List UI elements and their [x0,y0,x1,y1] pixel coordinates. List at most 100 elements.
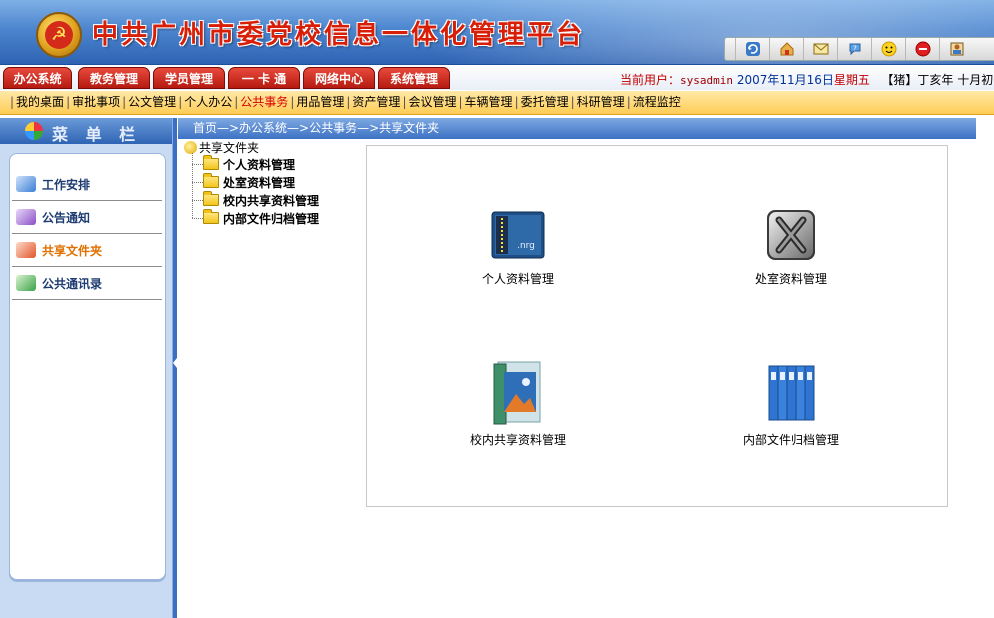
sidebar-item-notices[interactable]: 公告通知 [12,201,162,234]
subnav-separator: | [458,95,463,109]
subnav-item-3[interactable]: 个人办公 [184,95,232,109]
sidebar-splitter[interactable] [172,118,177,618]
tab-office-system[interactable]: 办公系统 [3,67,72,89]
subnav-item-0[interactable]: 我的桌面 [16,95,64,109]
sidebar-item-label: 工作安排 [42,177,91,192]
tree-node-archive[interactable]: 内部文件归档管理 [192,209,320,226]
user-edit-icon[interactable] [939,38,973,60]
sidebar-item-address-book[interactable]: 公共通讯录 [12,267,162,300]
tree-node-label: 内部文件归档管理 [223,211,320,226]
tree-node-campus-shared[interactable]: 校内共享资料管理 [192,191,320,208]
card-archive-binders[interactable]: 内部文件归档管理 [721,360,861,456]
shared-folder-icon [16,242,36,258]
subnav-separator: | [234,95,239,109]
tree-root-label: 共享文件夹 [199,140,260,155]
subnav-item-9[interactable]: 委托管理 [521,95,569,109]
card-label: 个人资料管理 [481,272,554,286]
menu-icon [25,122,43,140]
sidebar-item-shared-folder[interactable]: 共享文件夹 [12,234,162,267]
tree-root[interactable]: 共享文件夹 [184,140,260,155]
main-nav: 办公系统 教务管理 学员管理 一 卡 通 网络中心 系统管理 当前用户：sysa… [0,64,994,90]
card-campus-shared[interactable]: 校内共享资料管理 [448,360,588,456]
subnav-item-6[interactable]: 资产管理 [352,95,400,109]
campus-shared-icon [490,360,546,425]
shared-root-icon [184,140,197,154]
card-label: 处室资料管理 [754,272,827,286]
collapse-arrow-icon[interactable] [173,358,177,368]
folder-icon [203,173,219,188]
subnav-separator: | [570,95,575,109]
notice-icon [16,209,36,225]
subnav-separator: | [178,95,183,109]
tree-node-department[interactable]: 处室资料管理 [192,173,296,190]
subnav-item-10[interactable]: 科研管理 [577,95,625,109]
svg-text:.nrg: .nrg [517,241,535,251]
content-panel: .nrg 个人资料管理 处室资料管理 校内共享资料管理 内部文件归档管理 [366,145,948,507]
department-docs-icon [763,206,819,266]
calendar-icon [16,176,36,192]
stop-icon[interactable] [905,38,939,60]
card-label: 校内共享资料管理 [469,433,566,447]
subnav-separator: | [122,95,127,109]
sub-nav: | 我的桌面 | 审批事项 | 公文管理 | 个人办公 | 公共事务 | 用品管理 | 资产管理 | 会议管理… [0,91,994,115]
party-emblem-icon: ☭ [36,12,82,58]
archive-binders-icon [763,360,819,421]
subnav-item-1[interactable]: 审批事项 [72,95,120,109]
app-title: 中共广州市委党校信息一体化管理平台 [92,20,586,50]
smiley-icon[interactable] [871,38,905,60]
sidebar-item-label: 公共通讯录 [42,276,103,291]
tab-network-center[interactable]: 网络中心 [303,67,375,89]
mail-icon[interactable] [803,38,837,60]
subnav-separator: | [402,95,407,109]
current-user-name: sysadmin [680,74,733,87]
sidebar-menu-panel: 工作安排 公告通知 共享文件夹 公共通讯录 [9,153,166,580]
tab-campus-card[interactable]: 一 卡 通 [228,67,300,89]
subnav-separator: | [10,95,15,109]
subnav-separator: | [290,95,295,109]
app-root: ☭ 中共广州市委党校信息一体化管理平台 ? 办公系统 教务管理 学员管理 一 卡… [0,0,994,618]
subnav-item-4[interactable]: 公共事务 [240,95,288,109]
subnav-item-7[interactable]: 会议管理 [408,95,456,109]
home-icon[interactable] [769,38,803,60]
tree-node-label: 个人资料管理 [223,157,296,172]
personal-docs-icon: .nrg [490,206,546,266]
subnav-item-8[interactable]: 车辆管理 [465,95,513,109]
folder-icon [203,209,219,224]
subnav-item-11[interactable]: 流程监控 [633,95,681,109]
subnav-separator: | [346,95,351,109]
subnav-separator: | [514,95,519,109]
tab-system-management[interactable]: 系统管理 [378,67,450,89]
subnav-separator: | [66,95,71,109]
subnav-item-5[interactable]: 用品管理 [296,95,344,109]
lunar-date: 【猪】丁亥年 十月初七 [881,73,994,87]
tree-node-personal[interactable]: 个人资料管理 [192,155,296,172]
tree-node-label: 处室资料管理 [223,175,296,190]
tree-node-label: 校内共享资料管理 [223,193,320,208]
app-header: ☭ 中共广州市委党校信息一体化管理平台 ? [0,0,994,64]
sidebar-item-label: 共享文件夹 [42,243,103,258]
folder-tree: 共享文件夹 个人资料管理 处室资料管理 校内共享资料管理 内部文件归档管理 [184,140,364,240]
card-department-docs[interactable]: 处室资料管理 [721,206,861,302]
toolbar-grip [725,38,735,60]
subnav-separator: | [626,95,631,109]
current-date: 2007年11月16日 [736,73,834,87]
card-personal-docs[interactable]: .nrg 个人资料管理 [448,206,588,302]
refresh-icon[interactable] [735,38,769,60]
subnav-item-2[interactable]: 公文管理 [128,95,176,109]
folder-icon [203,191,219,206]
user-info: 当前用户：sysadmin 2007年11月16日星期五 【猪】丁亥年 十月初七 [620,71,994,88]
help-icon[interactable]: ? [837,38,871,60]
sidebar-header: 菜 单 栏 [0,118,172,144]
card-label: 内部文件归档管理 [742,433,839,447]
tab-student-management[interactable]: 学员管理 [153,67,225,89]
folder-icon [203,155,219,170]
sidebar-item-work-schedule[interactable]: 工作安排 [12,168,162,201]
header-toolbar: ? [724,37,994,61]
tab-academic-affairs[interactable]: 教务管理 [78,67,150,89]
current-weekday: 星期五 [833,73,870,87]
sidebar-title: 菜 单 栏 [52,125,142,144]
svg-text:?: ? [853,45,857,53]
address-book-icon [16,275,36,291]
breadcrumb: 首页—>办公系统—>公共事务—>共享文件夹 [178,118,976,139]
sidebar: 工作安排 公告通知 共享文件夹 公共通讯录 [0,144,172,618]
